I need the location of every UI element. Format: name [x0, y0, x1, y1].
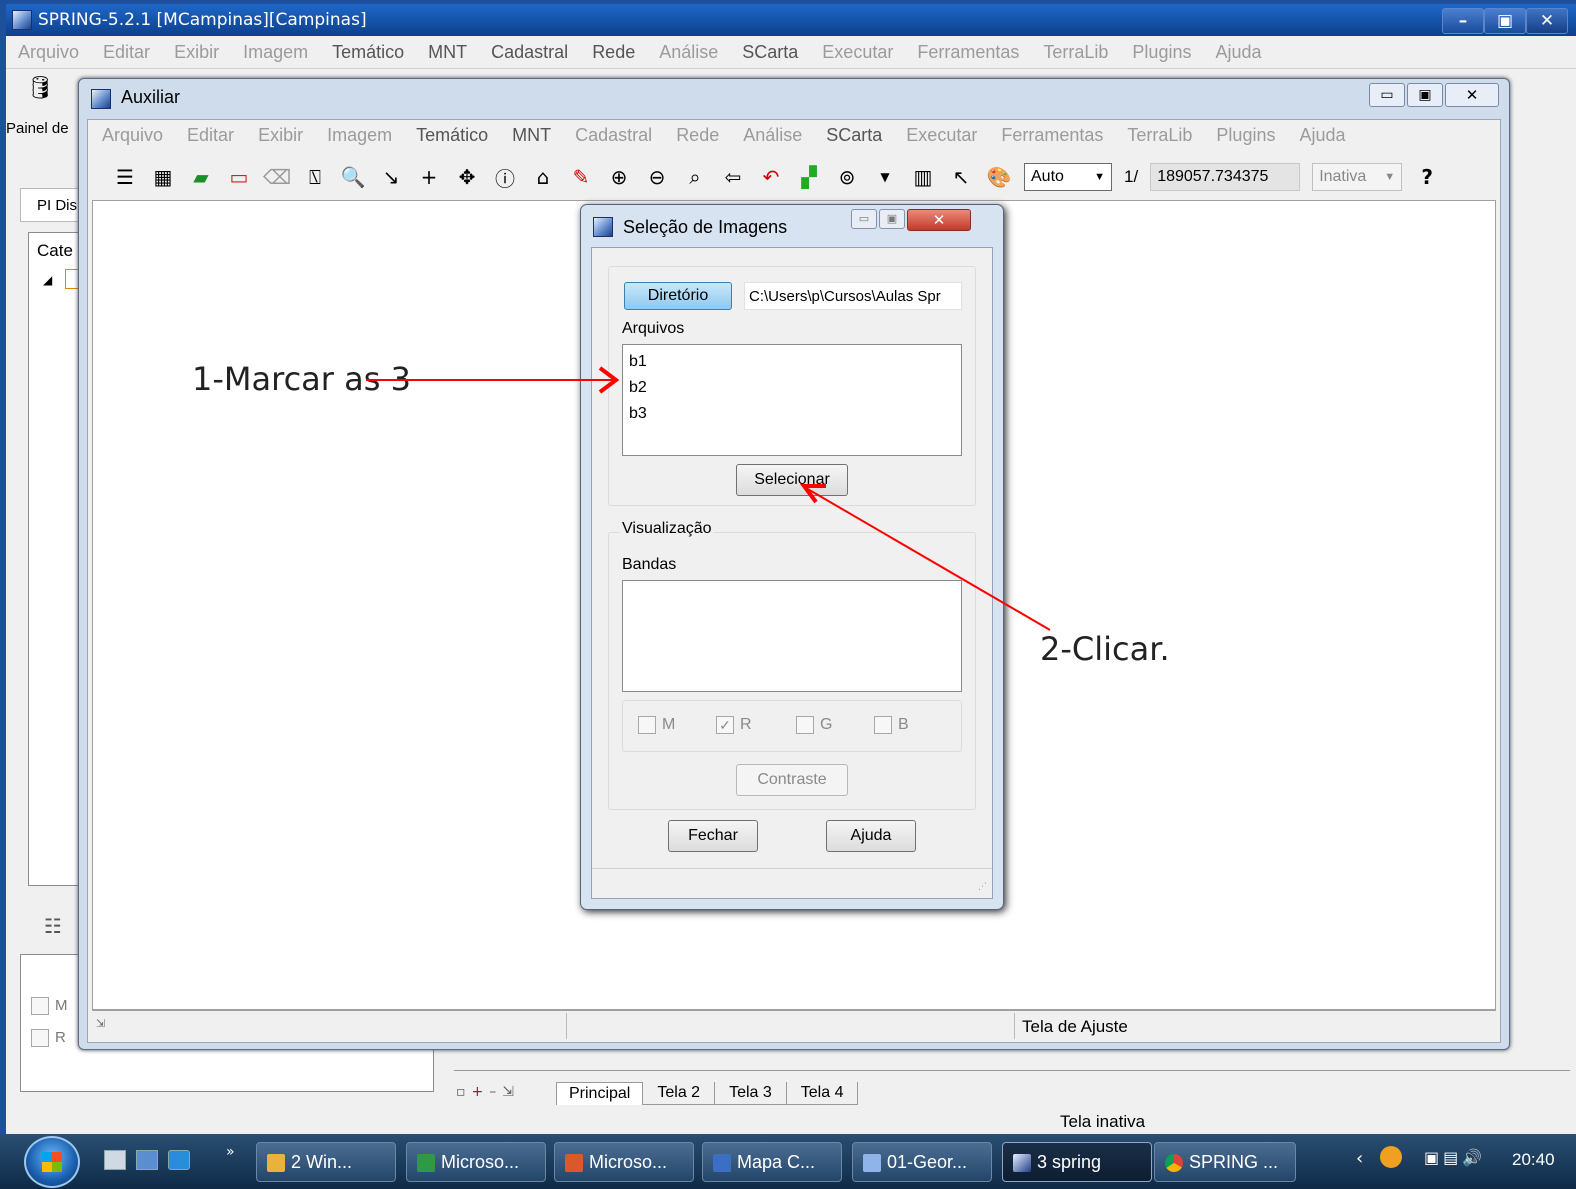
- quick-launch: [104, 1150, 190, 1170]
- powerpoint-icon: [565, 1154, 583, 1173]
- chrome-icon: [1165, 1154, 1183, 1173]
- windows-taskbar: » 2 Win... Microso... Microso... Mapa C.…: [0, 1134, 1576, 1189]
- taskbar-item-geor[interactable]: 01-Geor...: [852, 1142, 992, 1182]
- taskbar-item-spring-browser[interactable]: SPRING ...: [1154, 1142, 1296, 1182]
- document-icon: [863, 1154, 881, 1173]
- show-desktop-icon[interactable]: [104, 1150, 126, 1170]
- tray-system-icons[interactable]: ▣▤🔊: [1424, 1148, 1486, 1167]
- word-icon: [713, 1154, 731, 1173]
- arrow-to-select-button: [800, 484, 1051, 631]
- media-player-icon[interactable]: [168, 1150, 190, 1170]
- tray-app-icon[interactable]: [1380, 1146, 1402, 1168]
- spring-icon: [1013, 1154, 1031, 1173]
- switch-windows-icon[interactable]: [136, 1150, 158, 1170]
- taskbar-item-spring-group[interactable]: 3 spring: [1002, 1142, 1152, 1182]
- excel-icon: [417, 1154, 435, 1173]
- tray-expand-icon[interactable]: ‹: [1356, 1148, 1363, 1169]
- clock: 20:40: [1512, 1150, 1555, 1169]
- annotation-arrows: [366, 366, 1051, 631]
- more-quicklaunch-icon[interactable]: »: [226, 1144, 235, 1160]
- taskbar-item-mapa[interactable]: Mapa C...: [702, 1142, 842, 1182]
- start-button[interactable]: [24, 1136, 80, 1188]
- arrow-to-files: [366, 366, 620, 394]
- folder-icon: [267, 1154, 285, 1173]
- taskbar-item-microsoft-2[interactable]: Microso...: [554, 1142, 694, 1182]
- windows-logo-icon: [42, 1152, 62, 1172]
- taskbar-item-microsoft-1[interactable]: Microso...: [406, 1142, 546, 1182]
- taskbar-item-windows[interactable]: 2 Win...: [256, 1142, 396, 1182]
